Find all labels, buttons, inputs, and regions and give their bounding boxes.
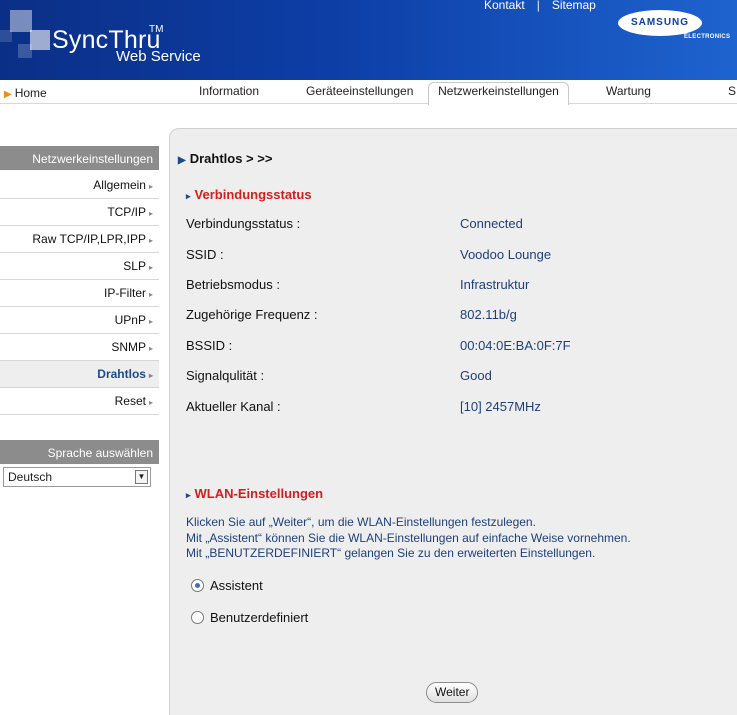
samsung-logo: SAMSUNG xyxy=(618,10,702,36)
arrow-right-icon: ▸ xyxy=(186,191,191,201)
arrow-right-icon: ▸ xyxy=(186,490,191,500)
chevron-right-icon: ▸ xyxy=(148,182,153,191)
contact-link[interactable]: Kontakt xyxy=(484,0,525,12)
radio-assistent[interactable]: Assistent xyxy=(191,578,263,593)
main-nav: ▶ Home Information Geräteeinstellungen Ne… xyxy=(0,80,737,105)
sidebar-item-reset[interactable]: Reset ▸ xyxy=(0,388,159,415)
chevron-right-icon: ▸ xyxy=(148,236,153,245)
next-button[interactable]: Weiter xyxy=(426,682,479,703)
sidebar-item-drahtlos[interactable]: Drahtlos ▸ xyxy=(0,361,159,388)
info-line: Klicken Sie auf „Weiter“, um die WLAN-Ei… xyxy=(186,515,536,529)
chevron-right-icon: ▸ xyxy=(148,317,153,326)
section-title: Verbindungsstatus xyxy=(194,187,312,202)
wlan-info-text: Klicken Sie auf „Weiter“, um die WLAN-Ei… xyxy=(186,515,631,562)
arrow-right-icon: ▶ xyxy=(178,155,186,166)
radio-benutzerdefiniert[interactable]: Benutzerdefiniert xyxy=(191,610,308,625)
sidebar-item-label: Drahtlos xyxy=(97,367,146,381)
home-link[interactable]: ▶ Home xyxy=(4,86,47,100)
chevron-right-icon: ▸ xyxy=(148,344,153,353)
ssid-value: Voodoo Lounge xyxy=(460,247,552,262)
info-line: Mit „BENUTZERDEFINIERT“ gelangen Sie zu … xyxy=(186,546,596,560)
channel-value: [10] 2457MHz xyxy=(460,399,541,414)
logo-square-icon xyxy=(30,30,50,50)
section-wlan-einstellungen: ▸ WLAN-Einstellungen xyxy=(186,486,323,501)
sidebar-title: Netzwerkeinstellungen xyxy=(0,146,159,170)
sidebar-item-label: Allgemein xyxy=(93,178,146,192)
frequency-label: Zugehörige Frequenz : xyxy=(186,307,318,322)
sidebar-item-label: Reset xyxy=(114,394,146,408)
link-separator: | xyxy=(536,0,540,12)
chevron-right-icon: ▸ xyxy=(148,398,153,407)
bssid-label: BSSID : xyxy=(186,338,233,353)
sidebar-item-upnp[interactable]: UPnP ▸ xyxy=(0,307,159,334)
chevron-right-icon: ▸ xyxy=(148,371,153,380)
breadcrumb-text: Drahtlos > >> xyxy=(189,151,273,166)
radio-label: Benutzerdefiniert xyxy=(210,610,309,625)
language-title: Sprache auswählen xyxy=(0,440,159,464)
sidebar-item-raw-tcpip[interactable]: Raw TCP/IP,LPR,IPP ▸ xyxy=(0,226,159,253)
section-title: WLAN-Einstellungen xyxy=(194,486,324,501)
radio-button[interactable] xyxy=(191,579,204,592)
logo-web-service: Web Service xyxy=(116,48,201,65)
sidebar-item-tcpip[interactable]: TCP/IP ▸ xyxy=(0,199,159,226)
ssid-label: SSID : xyxy=(186,247,224,262)
sidebar-item-label: IP-Filter xyxy=(103,286,146,300)
sidebar-item-ip-filter[interactable]: IP-Filter ▸ xyxy=(0,280,159,307)
chevron-right-icon: ▸ xyxy=(148,263,153,272)
logo-square-icon xyxy=(0,30,12,42)
tab-truncated[interactable]: S xyxy=(728,84,736,98)
tab-geraeteeinstellungen[interactable]: Geräteeinstellungen xyxy=(306,84,413,98)
tab-netzwerkeinstellungen[interactable]: Netzwerkeinstellungen xyxy=(428,82,569,105)
dropdown-arrow-icon[interactable]: ▼ xyxy=(135,470,148,484)
radio-label: Assistent xyxy=(210,578,263,593)
frequency-value: 802.11b/g xyxy=(460,307,517,322)
sidebar-item-allgemein[interactable]: Allgemein ▸ xyxy=(0,172,159,199)
info-line: Mit „Assistent“ können Sie die WLAN-Eins… xyxy=(186,530,631,545)
sidebar-item-slp[interactable]: SLP ▸ xyxy=(0,253,159,280)
arrow-right-icon: ▶ xyxy=(4,89,12,100)
sidebar-item-label: TCP/IP xyxy=(107,205,146,219)
sidebar-menu: Allgemein ▸ TCP/IP ▸ Raw TCP/IP,LPR,IPP ▸ S… xyxy=(0,172,159,415)
status-value: Connected xyxy=(460,216,523,231)
language-select[interactable]: Deutsch ▼ xyxy=(3,467,151,487)
signal-label: Signalqulität : xyxy=(186,368,265,383)
section-verbindungsstatus: ▸ Verbindungsstatus xyxy=(186,187,312,202)
sidebar-item-label: SLP xyxy=(123,259,146,273)
samsung-electronics-text: ELECTRONICS xyxy=(684,34,731,40)
top-links: Kontakt | Sitemap xyxy=(484,0,596,12)
header: SyncThru TM Web Service Kontakt | Sitema… xyxy=(0,0,737,80)
mode-value: Infrastruktur xyxy=(460,277,530,292)
chevron-right-icon: ▸ xyxy=(148,290,153,299)
sidebar-item-label: Raw TCP/IP,LPR,IPP xyxy=(32,232,146,246)
tab-information[interactable]: Information xyxy=(199,84,259,98)
logo-trademark: TM xyxy=(149,24,164,35)
logo-square-icon xyxy=(18,44,32,58)
tab-wartung[interactable]: Wartung xyxy=(606,84,651,98)
mode-label: Betriebsmodus : xyxy=(186,277,280,292)
bssid-value: 00:04:0E:BA:0F:7F xyxy=(460,338,571,353)
language-selected-value: Deutsch xyxy=(8,470,53,484)
home-label: Home xyxy=(14,86,47,100)
sitemap-link[interactable]: Sitemap xyxy=(552,0,596,12)
channel-label: Aktueller Kanal : xyxy=(186,399,281,414)
status-label: Verbindungsstatus : xyxy=(186,216,301,231)
radio-button[interactable] xyxy=(191,611,204,624)
logo-square-icon xyxy=(10,10,32,32)
breadcrumb: ▶ Drahtlos > >> xyxy=(178,151,272,166)
sidebar-item-label: SNMP xyxy=(111,340,146,354)
sidebar-item-snmp[interactable]: SNMP ▸ xyxy=(0,334,159,361)
chevron-right-icon: ▸ xyxy=(148,209,153,218)
sidebar-item-label: UPnP xyxy=(114,313,146,327)
signal-value: Good xyxy=(460,368,492,383)
